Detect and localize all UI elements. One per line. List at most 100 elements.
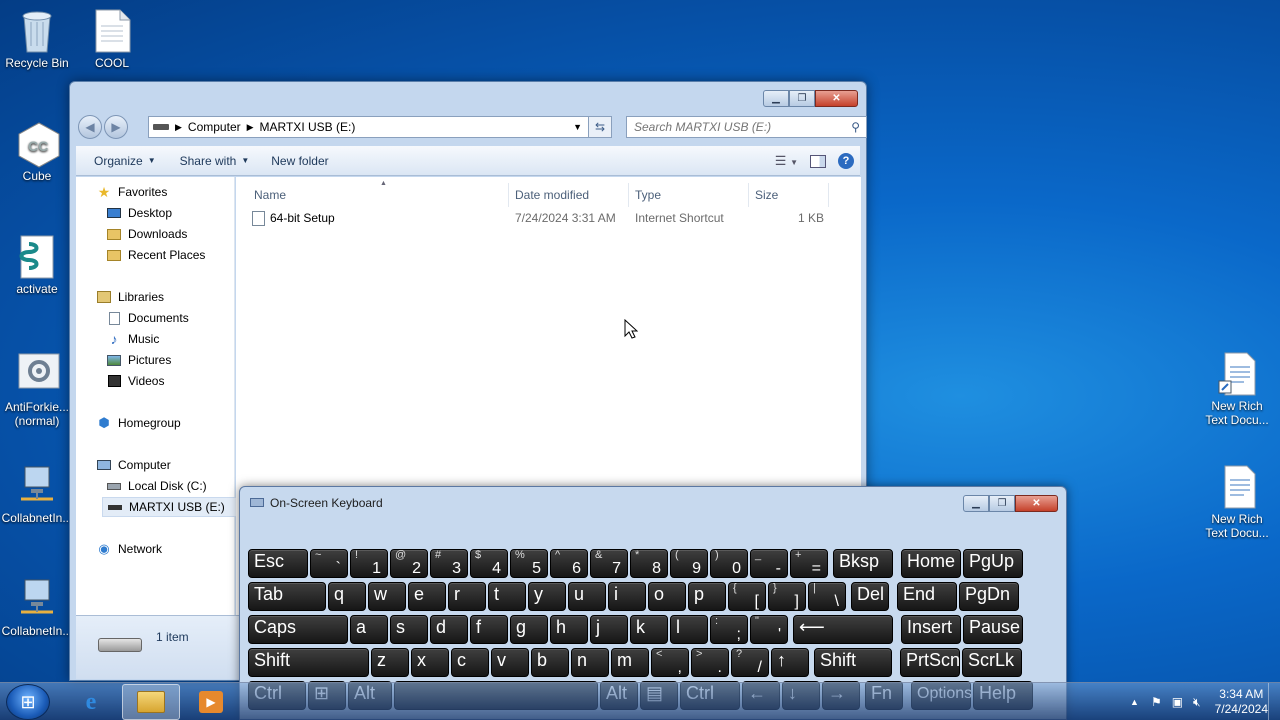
key[interactable]: >. (691, 648, 729, 677)
nav-network[interactable]: ◉ Network (96, 539, 162, 559)
key[interactable]: PgUp (963, 549, 1023, 578)
minimize-button[interactable]: ▁ (763, 90, 789, 107)
desktop-icon-collabnet-1[interactable]: CollabnetIn... (0, 463, 74, 525)
share-with-button[interactable]: Share with ▼ (171, 146, 259, 176)
key[interactable]: End (897, 582, 957, 611)
start-button[interactable]: ⊞ (6, 684, 50, 720)
help-icon[interactable]: ? (838, 153, 854, 169)
key[interactable]: _ - (750, 549, 788, 578)
nav-usb-drive[interactable]: MARTXI USB (E:) (102, 497, 241, 517)
volume-muted-icon[interactable]: 🔇︎ (1193, 695, 1201, 710)
key[interactable]: ⟵ (793, 615, 893, 644)
close-button[interactable]: ✕ (815, 90, 858, 107)
key[interactable]: ↑ (771, 648, 809, 677)
forward-button[interactable]: ▶ (104, 115, 128, 139)
desktop-icon-cube[interactable]: CC Cube (0, 121, 74, 183)
breadcrumb-separator-icon[interactable]: ▶ (247, 122, 254, 133)
taskbar-media-player[interactable]: ▶ (182, 684, 240, 720)
key[interactable]: " ' (750, 615, 788, 644)
key[interactable]: PrtScn (900, 648, 960, 677)
key[interactable]: c (451, 648, 489, 677)
taskbar-explorer[interactable] (122, 684, 180, 720)
close-button[interactable]: ✕ (1015, 495, 1058, 512)
desktop-icon-collabnet-2[interactable]: CollabnetIn... (0, 576, 74, 638)
search-box[interactable]: ⚲ (626, 116, 867, 138)
key[interactable]: Pause (963, 615, 1023, 644)
column-header-date-modified[interactable]: Date modified (509, 183, 629, 207)
nav-computer[interactable]: Computer (96, 455, 171, 475)
key[interactable]: n (571, 648, 609, 677)
key[interactable]: t (488, 582, 526, 611)
new-folder-button[interactable]: New folder (262, 146, 337, 176)
key[interactable]: b (531, 648, 569, 677)
key[interactable]: x (411, 648, 449, 677)
key[interactable]: ! 1 (350, 549, 388, 578)
file-row[interactable]: 64-bit Setup 7/24/2024 3:31 AM Internet … (248, 207, 828, 229)
key[interactable]: $4 (470, 549, 508, 578)
nav-desktop[interactable]: Desktop (106, 203, 172, 223)
key[interactable]: g (510, 615, 548, 644)
key[interactable]: z (371, 648, 409, 677)
clock[interactable]: 3:34 AM 7/24/2024 (1215, 687, 1268, 717)
breadcrumb-computer[interactable]: Computer (188, 120, 241, 134)
search-icon[interactable]: ⚲ (851, 120, 860, 134)
key[interactable]: a (350, 615, 388, 644)
nav-local-disk[interactable]: Local Disk (C:) (106, 476, 207, 496)
key[interactable]: Home (901, 549, 961, 578)
key[interactable]: u (568, 582, 606, 611)
desktop-icon-rtf-1[interactable]: New Rich Text Docu... (1200, 351, 1274, 427)
column-header-size[interactable]: Size (749, 183, 829, 207)
key[interactable]: k (630, 615, 668, 644)
key[interactable]: h (550, 615, 588, 644)
action-center-flag-icon[interactable]: ⚑ (1151, 695, 1162, 709)
key[interactable]: s (390, 615, 428, 644)
key[interactable]: {[ (728, 582, 766, 611)
key[interactable]: v (491, 648, 529, 677)
key[interactable]: Bksp (833, 549, 893, 578)
column-header-name[interactable]: Name ▲ (248, 180, 509, 207)
key[interactable]: }] (768, 582, 806, 611)
key[interactable]: * 8 (630, 549, 668, 578)
key[interactable]: ) 0 (710, 549, 748, 578)
key[interactable]: | \ (808, 582, 846, 611)
show-hidden-icons-icon[interactable]: ▲ (1130, 697, 1139, 707)
desktop-icon-activate[interactable]: activate (0, 234, 74, 296)
key[interactable]: Caps (248, 615, 348, 644)
key[interactable]: Shift (248, 648, 369, 677)
key[interactable]: :; (710, 615, 748, 644)
key[interactable]: l (670, 615, 708, 644)
key[interactable]: j (590, 615, 628, 644)
key[interactable]: % 5 (510, 549, 548, 578)
nav-recent-places[interactable]: Recent Places (106, 245, 205, 265)
minimize-button[interactable]: ▁ (963, 495, 989, 512)
key[interactable]: d (430, 615, 468, 644)
address-dropdown-icon[interactable]: ▼ (573, 122, 582, 132)
search-input[interactable] (634, 120, 844, 134)
key[interactable]: ScrLk (962, 648, 1022, 677)
nav-homegroup[interactable]: ⬢ Homegroup (96, 413, 180, 433)
key[interactable]: w (368, 582, 406, 611)
key[interactable]: PgDn (959, 582, 1019, 611)
key[interactable]: Esc (248, 549, 308, 578)
nav-videos[interactable]: Videos (106, 371, 164, 391)
desktop-icon-recycle-bin[interactable]: Recycle Bin (0, 8, 74, 70)
view-options-icon[interactable]: ☰ ▼ (775, 153, 798, 169)
key[interactable]: @2 (390, 549, 428, 578)
taskbar-internet-explorer[interactable]: e (62, 684, 120, 720)
key[interactable]: e (408, 582, 446, 611)
key[interactable]: m (611, 648, 649, 677)
maximize-button[interactable]: ❐ (989, 495, 1015, 512)
key[interactable]: ~ ` (310, 549, 348, 578)
refresh-button[interactable]: ⇆ (588, 116, 612, 138)
key[interactable]: r (448, 582, 486, 611)
nav-downloads[interactable]: Downloads (106, 224, 187, 244)
nav-pictures[interactable]: Pictures (106, 350, 171, 370)
key[interactable]: y (528, 582, 566, 611)
key[interactable]: + = (790, 549, 828, 578)
breadcrumb-separator-icon[interactable]: ▶ (175, 122, 182, 133)
key[interactable]: Del (851, 582, 889, 611)
key[interactable]: o (648, 582, 686, 611)
desktop-icon-cool[interactable]: COOL (75, 8, 149, 70)
key[interactable]: Shift (814, 648, 892, 677)
desktop-icon-antiforkie[interactable]: AntiForkie... (normal) (0, 352, 74, 428)
